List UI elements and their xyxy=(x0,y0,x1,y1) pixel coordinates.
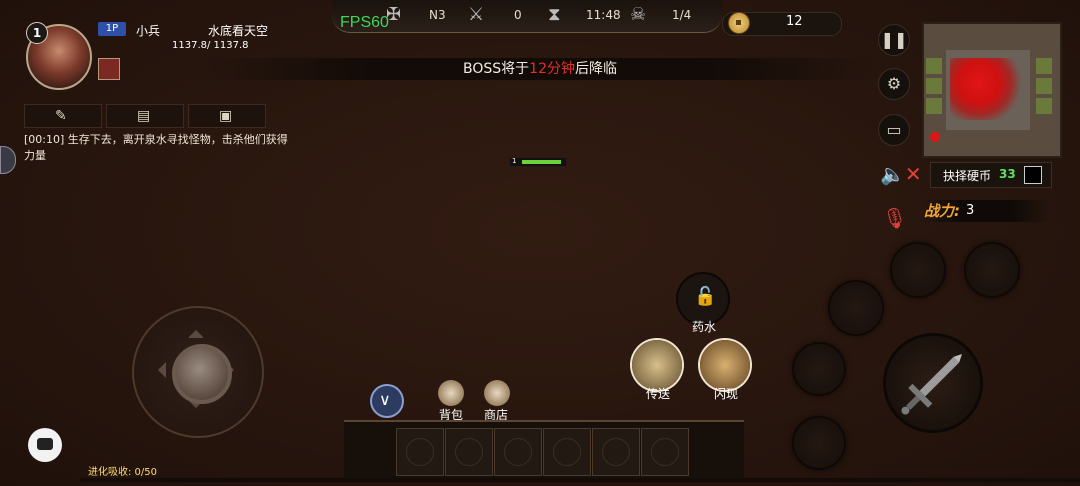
sword-icon xyxy=(901,354,962,415)
combat-power: 战力: 3 xyxy=(922,200,1050,222)
chevron-down-icon: ∨ xyxy=(379,390,391,409)
item-slot[interactable] xyxy=(445,428,493,476)
minimap-zone xyxy=(1036,78,1052,94)
pause-button[interactable]: ❚❚ xyxy=(878,24,910,56)
expand-button[interactable]: ∨ xyxy=(372,386,402,416)
quest-icon: ✎ xyxy=(55,108,67,124)
difficulty-label: N3 xyxy=(429,8,446,22)
boss-count: 1/4 xyxy=(672,8,692,22)
minimap-zone xyxy=(1036,58,1052,74)
player-hp: 1137.8/ 1137.8 xyxy=(172,40,249,51)
kills-icon: ⚔ xyxy=(468,4,485,25)
power-value: 3 xyxy=(966,203,975,218)
buff-icon[interactable] xyxy=(98,58,120,80)
build-tab-button[interactable]: ▤ xyxy=(106,104,184,128)
coin-select-count: 33 xyxy=(999,167,1016,181)
attack-button[interactable] xyxy=(886,336,980,430)
item-slot[interactable] xyxy=(543,428,591,476)
chat-button[interactable] xyxy=(28,428,62,462)
mute-button[interactable]: 🔈✕ xyxy=(880,162,922,186)
mic-off-icon: 🎙 xyxy=(882,206,908,230)
joystick-left-arrow xyxy=(150,362,166,378)
item-slot[interactable] xyxy=(592,428,640,476)
settings-icon: ⚙ xyxy=(886,74,902,93)
experience-bar xyxy=(80,478,1080,482)
shop-button[interactable] xyxy=(484,380,510,406)
teleport-label: 传送 xyxy=(645,387,670,401)
skill-slot[interactable] xyxy=(794,344,844,394)
display-button[interactable]: ▭ xyxy=(878,114,910,146)
minimap-zone xyxy=(926,98,942,114)
fps-counter: FPS60 xyxy=(340,14,389,31)
guild-name: 水底看天空 xyxy=(208,24,269,38)
skill-slot[interactable] xyxy=(966,244,1018,296)
quest-text: [00:10] 生存下去，离开泉水寻找怪物，击杀他们获得力量 xyxy=(24,132,294,164)
enemy-hp-bar: 1 xyxy=(510,157,566,166)
quest-tab-button[interactable]: ✎ xyxy=(24,104,102,128)
player-slot-badge: 1P xyxy=(98,22,126,36)
flash-label: 闪现 xyxy=(713,387,738,401)
mic-button[interactable]: 🎙 xyxy=(882,206,907,230)
joystick-up-arrow xyxy=(188,322,204,338)
flash-button[interactable] xyxy=(700,340,750,390)
coin-icon xyxy=(728,12,750,34)
mode-icon: ✠ xyxy=(386,4,402,25)
player-level: 1 xyxy=(26,22,48,44)
enemy-level: 1 xyxy=(512,157,517,165)
player-name: 小兵 xyxy=(136,24,161,38)
save-icon: ▣ xyxy=(219,108,233,124)
quest-time: [00:10] xyxy=(24,133,65,146)
coin-count: 12 xyxy=(786,14,803,29)
boss-skull-icon: ☠ xyxy=(630,4,647,25)
item-slot[interactable] xyxy=(641,428,689,476)
pause-icon: ❚❚ xyxy=(880,30,908,49)
monitor-icon: ▭ xyxy=(886,120,902,139)
mute-icon: 🔈✕ xyxy=(880,162,922,186)
joystick-knob[interactable] xyxy=(172,344,232,404)
minimap-player-marker xyxy=(930,132,940,142)
lock-icon: 🔓 xyxy=(694,286,717,307)
power-label: 战力: xyxy=(924,202,960,220)
coin-select-checkbox[interactable] xyxy=(1024,166,1042,184)
boss-announcement-text: BOSS将于12分钟后降临 xyxy=(463,61,617,77)
skill-slot[interactable] xyxy=(794,418,844,468)
building-icon: ▤ xyxy=(137,108,151,124)
evolve-progress: 进化吸收: 0/50 xyxy=(88,467,158,478)
potion-label: 药水 xyxy=(691,320,716,334)
enemy-hp-fill xyxy=(522,160,561,164)
save-tab-button[interactable]: ▣ xyxy=(188,104,266,128)
potion-button[interactable]: 🔓 xyxy=(678,274,728,324)
teleport-button[interactable] xyxy=(632,340,682,390)
hourglass-icon: ⧗ xyxy=(548,4,561,25)
minimap-zone xyxy=(1036,98,1052,114)
bag-button[interactable] xyxy=(438,380,464,406)
skill-slot[interactable] xyxy=(892,244,944,296)
kills-count: 0 xyxy=(514,8,522,22)
coin-select-label: 抉择硬币 xyxy=(943,169,992,183)
quest-description: 生存下去，离开泉水寻找怪物，击杀他们获得力量 xyxy=(24,133,288,162)
settings-button[interactable]: ⚙ xyxy=(878,68,910,100)
boss-announcement: BOSS将于12分钟后降临 xyxy=(200,58,880,80)
item-slot[interactable] xyxy=(494,428,542,476)
match-timer: 11:48 xyxy=(586,8,621,22)
minimap-zone xyxy=(926,58,942,74)
minimap-zone xyxy=(926,78,942,94)
item-slot[interactable] xyxy=(396,428,444,476)
minimap-enemy-cluster xyxy=(950,58,1022,120)
skill-slot[interactable] xyxy=(830,282,882,334)
